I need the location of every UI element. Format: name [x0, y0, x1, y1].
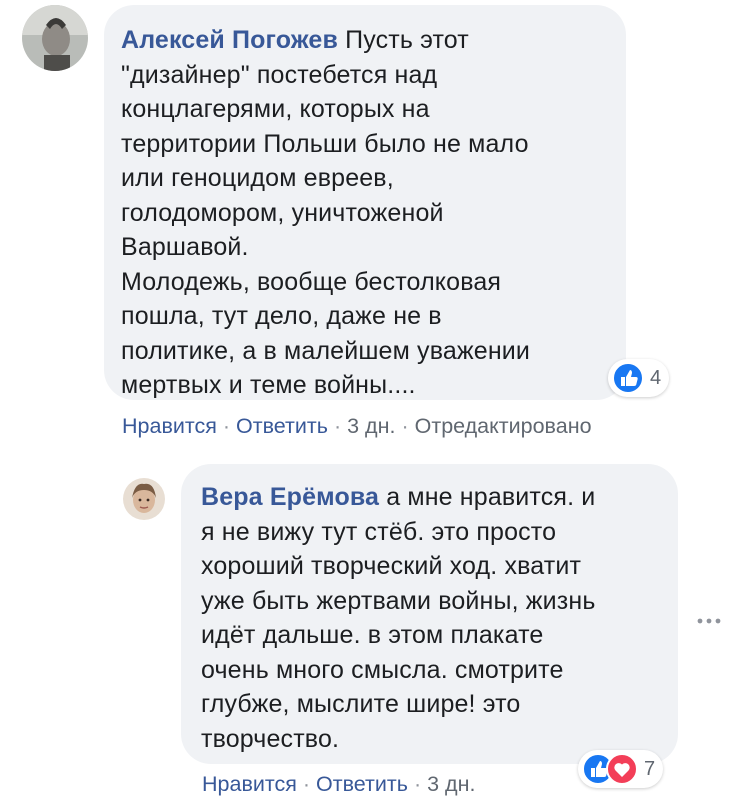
- comment-line: мертвых и теме войны....: [121, 371, 416, 399]
- like-icon: [612, 362, 644, 394]
- separator-dot: ·: [401, 414, 409, 438]
- comment-author[interactable]: Вера Ерёмова: [201, 483, 379, 511]
- comment-line: Молодежь, вообще бестолковая: [121, 267, 502, 296]
- comment-bubble: Вера Ерёмова а мне нравится. и я не вижу…: [181, 464, 678, 764]
- reaction-summary[interactable]: 7: [578, 750, 664, 788]
- timestamp[interactable]: 3 дн.: [427, 772, 475, 796]
- user-photo-icon: [22, 5, 88, 71]
- comment-line: творчество.: [201, 724, 340, 753]
- comment-line: территории Польши было не мало: [121, 129, 529, 158]
- separator-dot: ·: [302, 772, 311, 796]
- separator-dot: ·: [222, 414, 231, 438]
- love-icon: [606, 753, 638, 785]
- timestamp[interactable]: 3 дн.: [347, 414, 395, 438]
- comment-actions: Нравится · Ответить · 3 дн. · Отредактировано: [122, 414, 592, 439]
- comment-line: концлагерями, которых на: [121, 95, 430, 123]
- edited-label[interactable]: Отредактировано: [415, 414, 592, 438]
- comment-line: уже быть жертвами войны, жизнь: [201, 586, 596, 615]
- reply-link[interactable]: Ответить: [316, 772, 408, 796]
- reaction-summary[interactable]: 4: [608, 359, 670, 397]
- comment-bubble: Алексей Погожев Пусть этот "дизайнер" по…: [104, 5, 626, 400]
- separator-dot: ·: [413, 772, 422, 796]
- more-options-icon[interactable]: [697, 612, 721, 630]
- user-photo-icon: [123, 478, 165, 520]
- comment-author[interactable]: Алексей Погожев: [121, 26, 338, 54]
- like-link[interactable]: Нравится: [122, 414, 217, 438]
- comment-line: политике, а в малейшем уважении: [121, 336, 531, 365]
- avatar[interactable]: [123, 478, 165, 520]
- comment-text: Алексей Погожев Пусть этот "дизайнер" по…: [121, 23, 530, 403]
- comment-line: я не вижу тут стёб. это просто: [201, 517, 557, 546]
- comment-line: Варшавой.: [121, 233, 249, 261]
- comment-line: идёт дальше. в этом плакате: [201, 621, 544, 649]
- comment-line: хороший творческий ход. хватит: [201, 552, 582, 580]
- comment-text: Вера Ерёмова а мне нравится. и я не вижу…: [201, 480, 596, 756]
- comment-actions: Нравится · Ответить · 3 дн.: [202, 772, 475, 797]
- avatar[interactable]: [22, 5, 88, 71]
- reaction-count: 7: [644, 757, 656, 780]
- comment-line: голодомором, уничтоженой: [121, 198, 444, 227]
- comment-line: очень много смысла. смотрите: [201, 655, 564, 684]
- comment-line: глубже, мыслите шире! это: [201, 690, 521, 718]
- comment-line: Пусть этот: [345, 26, 469, 54]
- reaction-count: 4: [650, 366, 662, 389]
- comment-line: или геноцидом евреев,: [121, 164, 394, 192]
- comment-line: пошла, тут дело, даже не в: [121, 302, 442, 330]
- comment-line: а мне нравится. и: [386, 483, 596, 511]
- reply-link[interactable]: Ответить: [236, 414, 328, 438]
- like-link[interactable]: Нравится: [202, 772, 297, 796]
- comment-line: "дизайнер" постебется над: [121, 60, 438, 89]
- separator-dot: ·: [333, 414, 342, 438]
